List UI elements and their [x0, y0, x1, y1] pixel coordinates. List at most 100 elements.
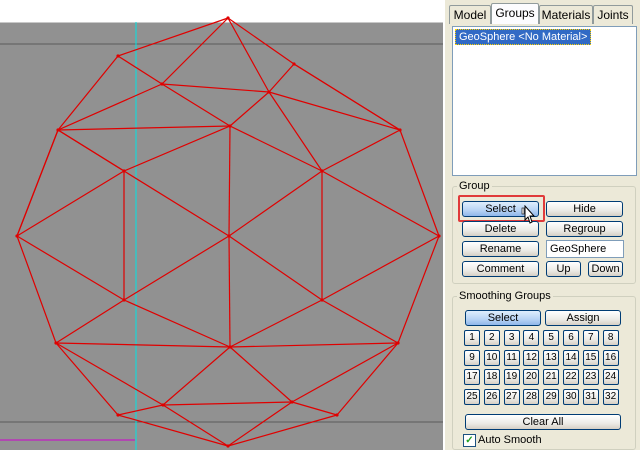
smoothing-section-title: Smoothing Groups: [457, 290, 553, 302]
wireframe-edge: [268, 63, 295, 93]
auto-smooth-label: Auto Smooth: [478, 434, 542, 446]
smoothing-group-button[interactable]: 20: [523, 369, 540, 386]
smoothing-group-button[interactable]: 13: [543, 349, 560, 366]
smoothing-group-button[interactable]: 32: [602, 389, 619, 406]
smoothing-group-button[interactable]: 3: [503, 330, 520, 346]
rename-button[interactable]: Rename: [462, 241, 539, 257]
wireframe-edge: [228, 235, 231, 348]
smoothing-group-button[interactable]: 30: [563, 389, 579, 406]
wireframe-vertex: [290, 400, 294, 404]
wireframe-edge: [57, 55, 119, 131]
tab-materials[interactable]: Materials: [539, 5, 593, 24]
smoothing-group-button[interactable]: 14: [563, 349, 579, 366]
smoothing-group-button[interactable]: 25: [464, 389, 480, 406]
smoothing-group-button[interactable]: 21: [543, 369, 560, 386]
tab-joints[interactable]: Joints: [593, 5, 633, 24]
wireframe-edge: [117, 55, 163, 85]
smoothing-group-button[interactable]: 17: [464, 369, 480, 386]
wireframe-vertex: [228, 345, 232, 349]
wireframe-edge: [57, 125, 231, 131]
tab-model[interactable]: Model: [449, 5, 491, 24]
smoothing-group-button[interactable]: 19: [503, 369, 520, 386]
wireframe-vertex: [116, 54, 120, 58]
clear-all-button[interactable]: Clear All: [465, 414, 621, 430]
smoothing-group-button[interactable]: 9: [464, 349, 480, 366]
smoothing-group-button[interactable]: 8: [602, 330, 619, 346]
wireframe-edge: [57, 83, 163, 131]
groups-list-item-selected[interactable]: GeoSphere <No Material>: [455, 29, 592, 45]
smoothing-group-button[interactable]: 5: [543, 330, 560, 346]
wireframe-edge: [228, 125, 231, 237]
hide-button[interactable]: Hide: [546, 201, 623, 217]
wireframe-edge: [227, 414, 338, 447]
tab-groups[interactable]: Groups: [491, 3, 539, 24]
smoothing-group-button[interactable]: 4: [523, 330, 540, 346]
up-button[interactable]: Up: [546, 261, 581, 277]
assign-button[interactable]: Assign: [545, 310, 621, 326]
wireframe-canvas[interactable]: [0, 0, 445, 450]
wireframe-edge: [229, 125, 323, 172]
wireframe-edge: [16, 235, 57, 344]
geosphere-wireframe: [15, 16, 441, 448]
wireframe-edge: [291, 342, 399, 403]
wireframe-edge: [321, 235, 440, 301]
wireframe-edge: [321, 299, 399, 344]
wireframe-edge: [117, 414, 229, 447]
wireframe-vertex: [15, 234, 19, 238]
wireframe-vertex: [56, 128, 60, 132]
wireframe-edge: [55, 342, 231, 348]
wireframe-edge: [55, 342, 119, 416]
smoothing-group-button[interactable]: 12: [523, 349, 540, 366]
regroup-button[interactable]: Regroup: [546, 221, 623, 237]
smoothing-group-button[interactable]: 31: [582, 389, 599, 406]
wireframe-edge: [16, 235, 125, 301]
wireframe-edge: [229, 91, 270, 127]
smoothing-group-button[interactable]: 18: [483, 369, 500, 386]
group-name-field[interactable]: GeoSphere: [546, 240, 624, 258]
smoothing-group-button[interactable]: 7: [582, 330, 599, 346]
smoothing-group-button[interactable]: 23: [582, 369, 599, 386]
smoothing-group-button[interactable]: 16: [602, 349, 619, 366]
wireframe-edge: [227, 17, 295, 65]
viewport-3d[interactable]: [0, 0, 445, 450]
smoothing-group-button[interactable]: 6: [563, 330, 579, 346]
smoothing-select-button[interactable]: Select: [465, 310, 541, 326]
wireframe-vertex: [226, 444, 230, 448]
smoothing-group-button[interactable]: 15: [582, 349, 599, 366]
groups-list[interactable]: GeoSphere <No Material>: [452, 26, 637, 176]
wireframe-edge: [16, 129, 59, 237]
smoothing-group-button[interactable]: 24: [602, 369, 619, 386]
wireframe-edge: [227, 401, 293, 447]
wireframe-vertex: [228, 124, 232, 128]
smoothing-group-button[interactable]: 26: [483, 389, 500, 406]
comment-button[interactable]: Comment: [462, 261, 539, 277]
smoothing-group-button[interactable]: 11: [503, 349, 520, 366]
smoothing-group-button[interactable]: 27: [503, 389, 520, 406]
wireframe-edge: [123, 299, 231, 348]
wireframe-edge: [336, 342, 399, 416]
tab-bar: Model Groups Materials Joints: [449, 3, 639, 24]
wireframe-edge: [229, 346, 293, 403]
wireframe-edge: [227, 17, 270, 93]
wireframe-edge: [321, 170, 440, 237]
wireframe-vertex: [267, 90, 271, 94]
down-button[interactable]: Down: [588, 261, 623, 277]
wireframe-vertex: [227, 234, 231, 238]
smoothing-group-button[interactable]: 28: [523, 389, 540, 406]
smoothing-group-button[interactable]: 1: [464, 330, 480, 346]
wireframe-vertex: [437, 234, 441, 238]
wireframe-vertex: [396, 341, 400, 345]
wireframe-vertex: [161, 403, 165, 407]
wireframe-edge: [57, 129, 125, 172]
wireframe-edge: [162, 401, 293, 406]
smoothing-group-button[interactable]: 2: [483, 330, 500, 346]
wireframe-edge: [123, 125, 231, 172]
wireframe-edge: [291, 401, 338, 416]
wireframe-vertex: [54, 341, 58, 345]
smoothing-group-button[interactable]: 29: [543, 389, 560, 406]
smoothing-group-button[interactable]: 10: [483, 349, 500, 366]
auto-smooth-checkbox[interactable]: ✓: [463, 434, 476, 447]
wireframe-edge: [55, 342, 164, 406]
wireframe-edge: [55, 299, 125, 344]
smoothing-group-button[interactable]: 22: [563, 369, 579, 386]
